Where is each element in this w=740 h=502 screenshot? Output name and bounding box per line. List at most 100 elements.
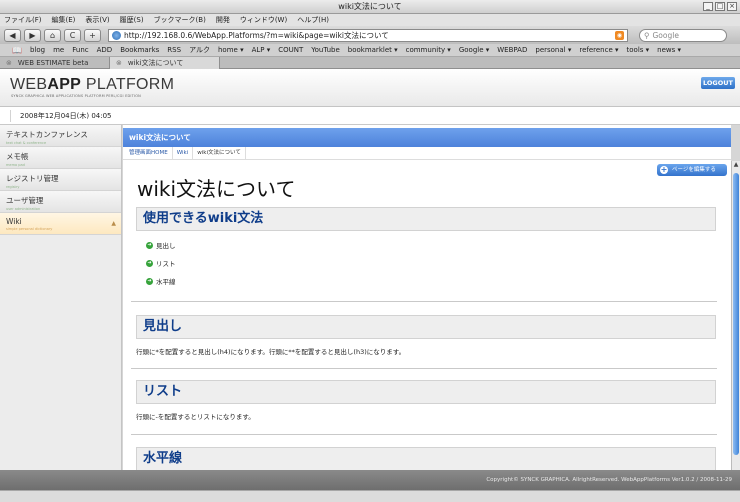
menu-history[interactable]: 履歴(S) xyxy=(120,14,144,26)
sidebar-item-sublabel: simple personal dictionary xyxy=(6,227,53,231)
bookmark-item[interactable]: blog xyxy=(30,44,45,56)
heading-horizontal-rule: 水平線 xyxy=(136,447,716,470)
sidebar-item-label: テキストカンファレンス xyxy=(6,130,88,139)
add-bookmark-button[interactable]: + xyxy=(84,28,101,42)
divider xyxy=(131,301,717,302)
app-logo[interactable]: WEBAPP PLATFORM xyxy=(10,76,174,94)
close-tab-icon[interactable]: ⊗ xyxy=(116,57,122,69)
logo-subtitle: SYNCK GRAPHICA WEB APPLICATIONS PLATFORM… xyxy=(11,94,141,98)
list-item-label: 見出し xyxy=(156,242,176,250)
sidebar-item-users[interactable]: ユーザ管理 user administration xyxy=(0,191,121,213)
browser-tabs: ⊗ WEB ESTIMATE beta ⊗ wiki文法について xyxy=(0,57,740,69)
sidebar-item-memo[interactable]: メモ帳 memo pad xyxy=(0,147,121,169)
sidebar: テキストカンファレンス text chat & conference メモ帳 m… xyxy=(0,125,122,470)
menu-help[interactable]: ヘルプ(H) xyxy=(297,14,329,26)
sidebar-item-text-conference[interactable]: テキストカンファレンス text chat & conference xyxy=(0,125,121,147)
sidebar-item-sublabel: registry xyxy=(6,185,20,189)
search-input[interactable]: ⚲ Google xyxy=(639,28,727,42)
plus-icon: + xyxy=(660,165,668,174)
menu-bar: ファイル(F) 編集(E) 表示(V) 履歴(S) ブックマーク(B) 開発 ウ… xyxy=(0,14,740,26)
bookmarks-bar: 📖 blog me Func ADD Bookmarks RSS アルク hom… xyxy=(0,44,740,57)
close-icon[interactable]: × xyxy=(727,2,737,11)
address-url: http://192.168.0.6/WebApp.Platforms/?m=w… xyxy=(124,30,389,40)
rss-icon[interactable]: ◉ xyxy=(615,30,624,40)
breadcrumb: 管理画面HOME Wiki wiki文法について xyxy=(123,147,731,160)
bookmark-item[interactable]: reference ▾ xyxy=(579,44,618,56)
edit-page-label: ページを編集する xyxy=(672,167,716,173)
footer: Copyright© SYNCK GRAPHICA. AllrightReser… xyxy=(0,470,740,490)
sidebar-item-label: レジストリ管理 xyxy=(6,174,59,183)
window-controls: _ □ × xyxy=(703,2,737,11)
logo-text-web: WEB xyxy=(10,76,48,93)
date-bar: 2008年12月04日(木) 04:05 xyxy=(0,107,740,125)
paragraph-lists: 行頭に-を配置するとリストになります。 xyxy=(136,413,255,421)
tab-label: WEB ESTIMATE beta xyxy=(17,59,89,67)
search-icon: ⚲ xyxy=(644,30,650,40)
heading-headings: 見出し xyxy=(136,315,716,339)
list-item-label: 水平線 xyxy=(156,278,176,286)
menu-view[interactable]: 表示(V) xyxy=(85,14,109,26)
sidebar-item-registry[interactable]: レジストリ管理 registry xyxy=(0,169,121,191)
menu-window[interactable]: ウィンドウ(W) xyxy=(240,14,287,26)
list-item[interactable]: ➜ リスト xyxy=(146,258,176,268)
address-bar[interactable]: http://192.168.0.6/WebApp.Platforms/?m=w… xyxy=(108,28,628,42)
bookmark-item[interactable]: Bookmarks xyxy=(120,44,159,56)
current-date: 2008年12月04日(木) 04:05 xyxy=(20,112,112,120)
bookmark-item[interactable]: WEBPAD xyxy=(497,44,527,56)
minimize-icon[interactable]: _ xyxy=(703,2,713,11)
bookmark-item[interactable]: news ▾ xyxy=(657,44,681,56)
divider xyxy=(131,368,717,369)
scroll-up-icon[interactable]: ▲ xyxy=(732,161,740,169)
bookmark-item[interactable]: personal ▾ xyxy=(535,44,571,56)
bookmark-item[interactable]: bookmarklet ▾ xyxy=(348,44,398,56)
list-item[interactable]: ➜ 見出し xyxy=(146,240,176,250)
scrollbar-thumb[interactable] xyxy=(733,173,739,455)
sidebar-item-wiki[interactable]: Wiki simple personal dictionary ▲ xyxy=(0,213,121,235)
logout-button[interactable]: LOGOUT xyxy=(701,77,735,89)
bookmark-item[interactable]: アルク xyxy=(189,44,210,56)
vertical-scrollbar[interactable]: ▲ xyxy=(731,161,740,470)
sidebar-item-sublabel: user administration xyxy=(6,207,41,211)
reload-button[interactable]: C xyxy=(64,28,81,42)
app-header: WEBAPP PLATFORM SYNCK GRAPHICA WEB APPLI… xyxy=(0,69,740,107)
back-button[interactable]: ◀ xyxy=(4,28,21,42)
menu-develop[interactable]: 開発 xyxy=(216,14,230,26)
heading-usable-syntax: 使用できるwiki文法 xyxy=(136,207,716,231)
sidebar-item-sublabel: memo pad xyxy=(6,163,25,167)
bookmark-item[interactable]: home ▾ xyxy=(218,44,244,56)
sidebar-item-sublabel: text chat & conference xyxy=(6,141,47,145)
tab-wiki[interactable]: ⊗ wiki文法について xyxy=(110,57,220,69)
window-titlebar: wiki文法について _ □ × xyxy=(0,0,740,14)
bookmark-item[interactable]: community ▾ xyxy=(406,44,451,56)
bookmark-item[interactable]: me xyxy=(53,44,64,56)
home-button[interactable]: ⌂ xyxy=(44,28,61,42)
forward-button[interactable]: ▶ xyxy=(24,28,41,42)
menu-edit[interactable]: 編集(E) xyxy=(52,14,76,26)
list-item-label: リスト xyxy=(156,260,176,268)
bookmark-item[interactable]: YouTube xyxy=(311,44,339,56)
breadcrumb-home[interactable]: 管理画面HOME xyxy=(125,147,173,159)
sidebar-item-label: メモ帳 xyxy=(6,152,29,161)
main-content: wiki文法について 管理画面HOME Wiki wiki文法について + ペー… xyxy=(123,125,731,470)
bookmark-item[interactable]: Func xyxy=(72,44,88,56)
bookmark-item[interactable]: tools ▾ xyxy=(627,44,650,56)
close-tab-icon[interactable]: ⊗ xyxy=(6,57,12,69)
tab-web-estimate[interactable]: ⊗ WEB ESTIMATE beta xyxy=(0,57,110,69)
menu-bookmarks[interactable]: ブックマーク(B) xyxy=(154,14,206,26)
bookmark-item[interactable]: ALP ▾ xyxy=(252,44,271,56)
bookmark-item[interactable]: RSS xyxy=(167,44,181,56)
window-title: wiki文法について xyxy=(338,2,402,11)
menu-file[interactable]: ファイル(F) xyxy=(4,14,42,26)
breadcrumb-wiki[interactable]: Wiki xyxy=(173,147,194,159)
search-placeholder: Google xyxy=(652,30,679,40)
arrow-right-icon: ➜ xyxy=(146,259,153,267)
maximize-icon[interactable]: □ xyxy=(715,2,725,11)
arrow-right-icon: ➜ xyxy=(146,277,153,285)
bookmark-item[interactable]: ADD xyxy=(97,44,113,56)
browser-toolbar: ◀ ▶ ⌂ C + http://192.168.0.6/WebApp.Plat… xyxy=(0,26,740,44)
list-item[interactable]: ➜ 水平線 xyxy=(146,276,176,286)
book-icon[interactable]: 📖 xyxy=(12,44,22,56)
edit-page-button[interactable]: + ページを編集する xyxy=(657,164,727,176)
bookmark-item[interactable]: Google ▾ xyxy=(459,44,489,56)
bookmark-item[interactable]: COUNT xyxy=(278,44,303,56)
